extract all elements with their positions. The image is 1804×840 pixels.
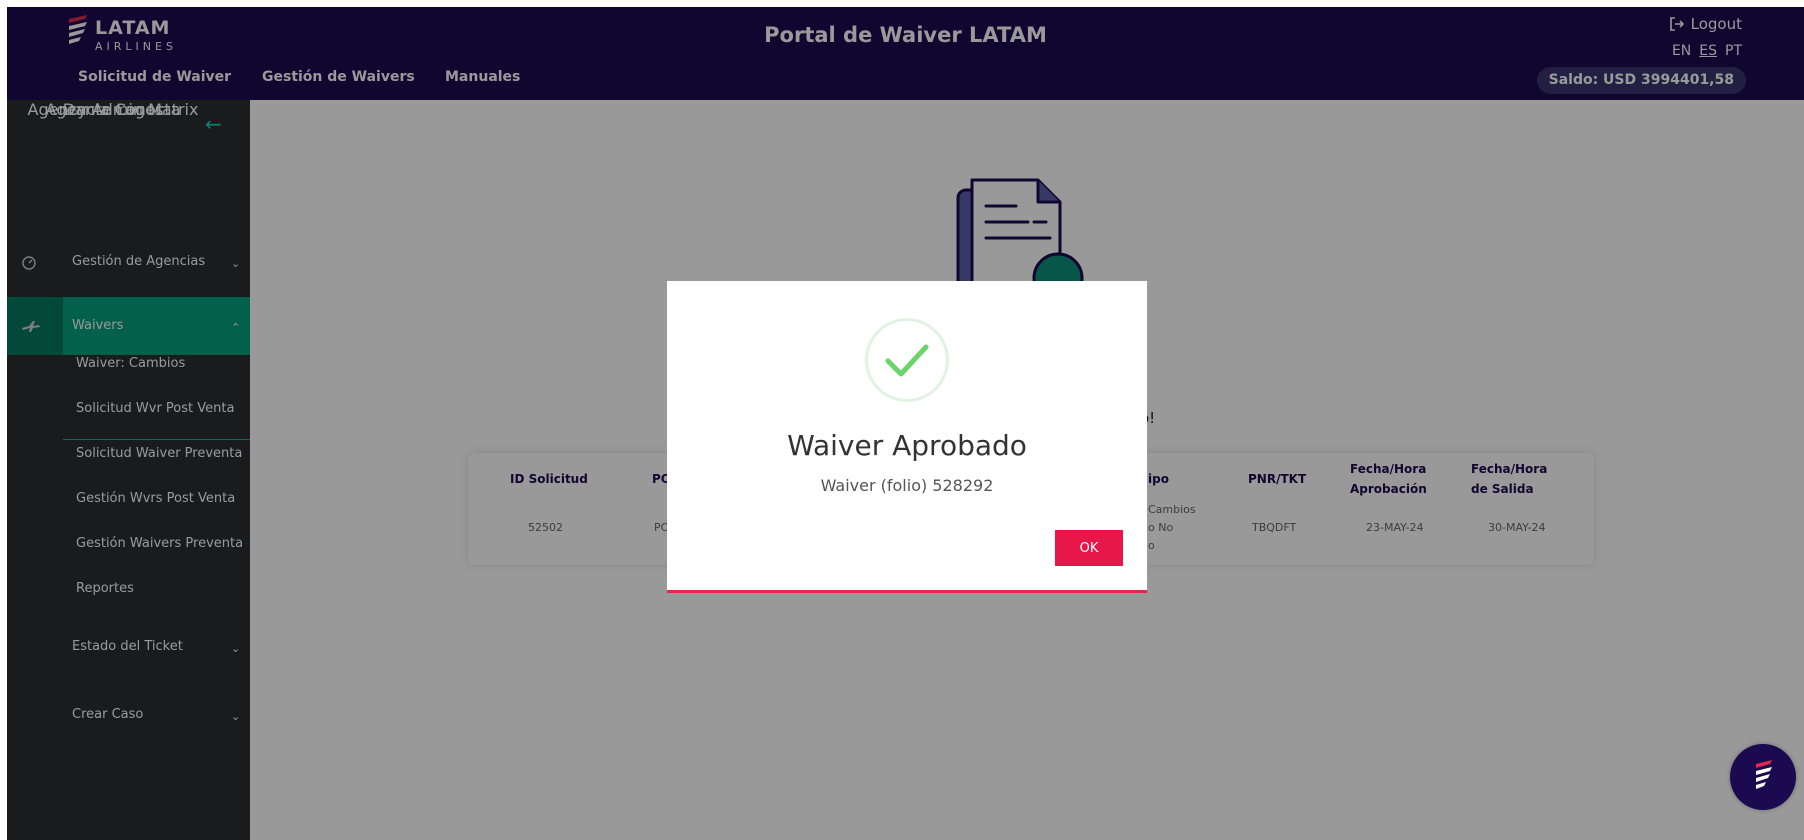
latam-bird-icon <box>1756 760 1772 789</box>
ok-button[interactable]: OK <box>1055 530 1123 566</box>
dialog-title: Waiver Aprobado <box>787 429 1027 462</box>
chat-assistant-button[interactable] <box>1730 744 1796 810</box>
app-window: LATAM AIRLINES Portal de Waiver LATAM So… <box>7 7 1804 840</box>
dialog-subtitle: Waiver (folio) 528292 <box>820 476 994 495</box>
approval-dialog: Waiver Aprobado Waiver (folio) 528292 OK <box>667 281 1147 593</box>
check-circle-icon <box>865 318 949 402</box>
